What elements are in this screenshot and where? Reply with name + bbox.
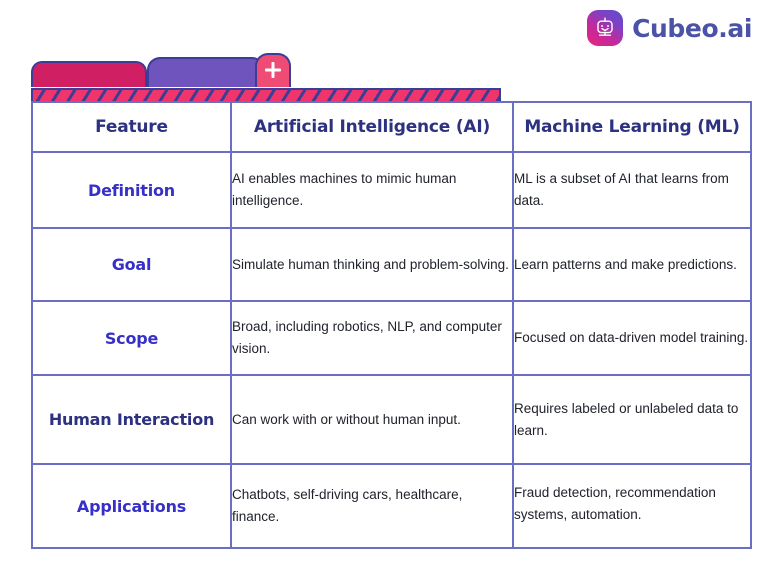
cell-scope-ai: Broad, including robotics, NLP, and comp… [230,300,514,376]
row-label-definition: Definition [31,151,232,229]
column-header-ai: Artificial Intelligence (AI) [230,101,514,153]
cell-human-interaction-ai: Can work with or without human input. [230,374,514,465]
row-label-scope: Scope [31,300,232,376]
cell-goal-ai: Simulate human thinking and problem-solv… [230,227,514,302]
decorative-tab-strip [31,53,501,103]
cell-human-interaction-ml: Requires labeled or unlabeled data to le… [512,374,752,465]
table-header-row: Feature Artificial Intelligence (AI) Mac… [31,101,752,153]
table-row: Scope Broad, including robotics, NLP, an… [31,300,752,376]
column-header-feature: Feature [31,101,232,153]
cell-definition-ml: ML is a subset of AI that learns from da… [512,151,752,229]
robot-face-icon [587,10,624,46]
comparison-table: Feature Artificial Intelligence (AI) Mac… [31,101,752,549]
cell-scope-ml: Focused on data-driven model training. [512,300,752,376]
cell-applications-ml: Fraud detection, recommendation systems,… [512,463,752,549]
row-label-goal: Goal [31,227,232,302]
cell-definition-ai: AI enables machines to mimic human intel… [230,151,514,229]
row-label-human-interaction: Human Interaction [31,374,232,465]
add-tab-button[interactable] [255,53,291,87]
table-row: Definition AI enables machines to mimic … [31,151,752,229]
table-row: Applications Chatbots, self-driving cars… [31,463,752,549]
cell-goal-ml: Learn patterns and make predictions. [512,227,752,302]
column-header-ml: Machine Learning (ML) [512,101,752,153]
brand-logo: Cubeo.ai [587,10,752,46]
decorative-tab-one [31,61,147,87]
row-label-applications: Applications [31,463,232,549]
cell-applications-ai: Chatbots, self-driving cars, healthcare,… [230,463,514,549]
table-row: Human Interaction Can work with or witho… [31,374,752,465]
plus-icon [265,62,281,78]
table-row: Goal Simulate human thinking and problem… [31,227,752,302]
decorative-tab-two [147,57,265,87]
brand-name: Cubeo.ai [632,13,752,43]
